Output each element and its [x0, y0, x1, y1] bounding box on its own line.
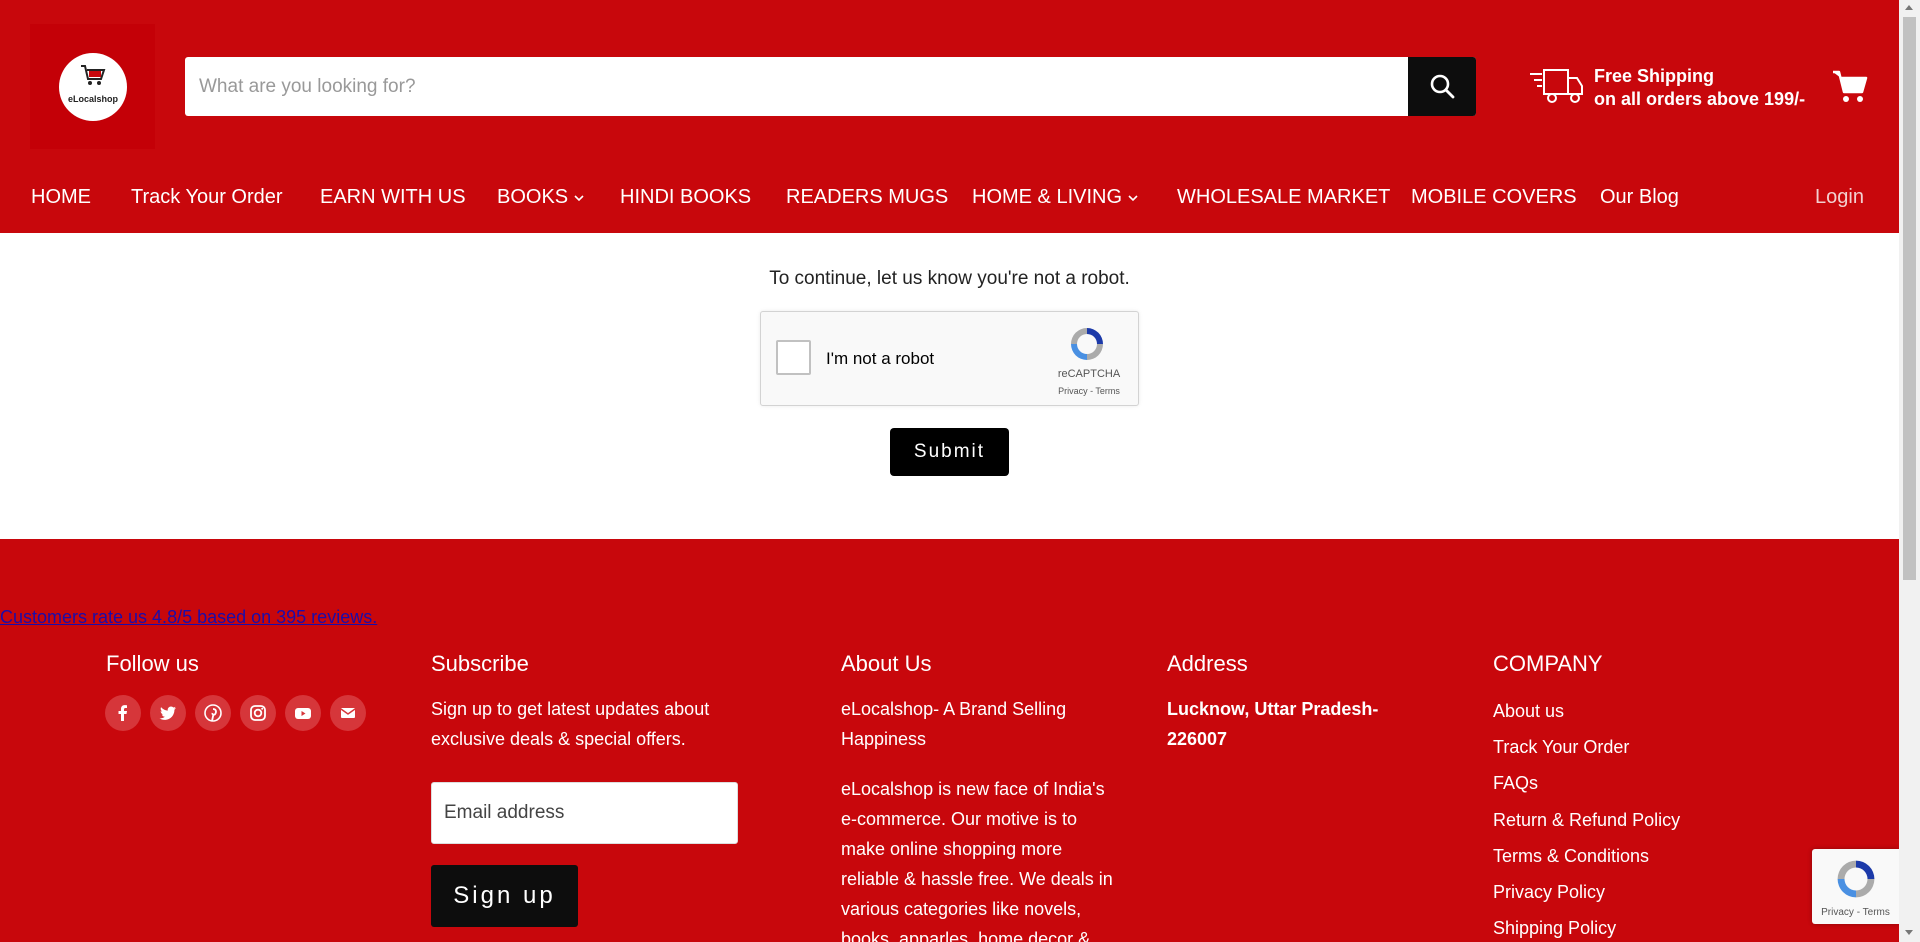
youtube-button[interactable] [285, 695, 321, 731]
page-scrollbar[interactable] [1899, 0, 1920, 942]
twitter-icon [159, 706, 176, 720]
facebook-icon [118, 705, 127, 721]
instagram-button[interactable] [240, 695, 276, 731]
shipping-title: Free Shipping [1594, 66, 1715, 86]
email-icon [340, 708, 356, 718]
youtube-icon [295, 708, 311, 719]
scrollbar-thumb[interactable] [1903, 17, 1916, 580]
facebook-button[interactable] [105, 695, 141, 731]
recaptcha-logo-icon [1837, 860, 1875, 898]
main-nav: HOME Track Your Order EARN WITH US BOOKS… [0, 178, 1899, 218]
site-footer: Customers rate us 4.8/5 based on 395 rev… [0, 539, 1899, 942]
login-link[interactable]: Login [1815, 186, 1864, 209]
nav-item-home-living[interactable]: HOME & LIVING [972, 186, 1138, 209]
truck-icon [1530, 69, 1583, 103]
logo[interactable]: eLocalshop [30, 24, 155, 149]
about-tagline: eLocalshop- A Brand Selling Happiness [841, 699, 1067, 749]
follow-heading: Follow us [106, 651, 199, 676]
email-button[interactable] [330, 695, 366, 731]
free-shipping-banner: Free Shipping on all orders above 199/- [1528, 64, 1818, 112]
subscribe-heading: Subscribe [431, 651, 529, 676]
footer-link-refund[interactable]: Return & Refund Policy [1493, 810, 1680, 831]
nav-item-earn[interactable]: EARN WITH US [320, 186, 466, 209]
reviews-link[interactable]: Customers rate us 4.8/5 based on 395 rev… [0, 607, 377, 628]
scroll-up-arrow-icon[interactable] [1905, 5, 1913, 10]
email-field[interactable] [431, 782, 738, 844]
about-heading: About Us [841, 651, 932, 676]
nav-item-blog[interactable]: Our Blog [1600, 186, 1679, 209]
recaptcha-badge-links: Privacy - Terms [1821, 907, 1890, 918]
footer-link-about[interactable]: About us [1493, 701, 1564, 722]
scroll-down-arrow-icon[interactable] [1905, 930, 1913, 935]
nav-item-track-order[interactable]: Track Your Order [131, 186, 283, 209]
footer-link-privacy[interactable]: Privacy Policy [1493, 882, 1605, 903]
company-heading: COMPANY [1493, 651, 1603, 676]
recaptcha-logo-icon [1071, 328, 1103, 360]
search-button[interactable] [1408, 57, 1476, 116]
pinterest-icon [204, 704, 222, 722]
chevron-down-icon [574, 195, 584, 201]
nav-item-readers-mugs[interactable]: READERS MUGS [786, 186, 948, 209]
subscribe-text: Sign up to get latest updates about excl… [431, 699, 710, 749]
search-icon [1430, 74, 1455, 99]
recaptcha-widget: I'm not a robot reCAPTCHA Privacy - Term… [760, 311, 1139, 406]
nav-item-books-label: BOOKS [497, 186, 569, 208]
recaptcha-checkbox[interactable] [776, 340, 811, 375]
search-bar [185, 57, 1476, 116]
recaptcha-badge[interactable]: Privacy - Terms [1812, 849, 1899, 924]
address-text: Lucknow, Uttar Pradesh-226007 [1167, 699, 1379, 749]
shipping-subtitle: on all orders above 199/- [1594, 89, 1806, 109]
nav-item-wholesale[interactable]: WHOLESALE MARKET [1177, 186, 1390, 209]
captcha-prompt: To continue, let us know you're not a ro… [769, 268, 1130, 289]
twitter-button[interactable] [150, 695, 186, 731]
chevron-down-icon [1128, 195, 1138, 201]
recaptcha-label: I'm not a robot [826, 349, 935, 368]
recaptcha-links[interactable]: Privacy - Terms [1049, 386, 1129, 396]
submit-button[interactable]: Submit [890, 428, 1009, 476]
nav-item-home[interactable]: HOME [31, 186, 91, 209]
nav-item-books[interactable]: BOOKS [497, 186, 584, 209]
logo-text: eLocalshop [67, 94, 118, 104]
about-body: eLocalshop is new face of India's e-comm… [841, 779, 1113, 942]
footer-link-terms[interactable]: Terms & Conditions [1493, 846, 1649, 867]
footer-link-track-order[interactable]: Track Your Order [1493, 737, 1629, 758]
cart-icon[interactable] [1832, 68, 1868, 104]
nav-item-home-living-label: HOME & LIVING [972, 186, 1123, 208]
pinterest-button[interactable] [195, 695, 231, 731]
address-heading: Address [1167, 651, 1248, 676]
search-input[interactable] [185, 57, 1407, 116]
logo-badge: eLocalshop [59, 53, 127, 121]
site-header: eLocalshop Free Shipping on all orders a… [0, 0, 1899, 233]
nav-item-mobile-covers[interactable]: MOBILE COVERS [1411, 186, 1577, 209]
nav-item-hindi-books[interactable]: HINDI BOOKS [620, 186, 751, 209]
footer-link-faqs[interactable]: FAQs [1493, 773, 1538, 794]
signup-button[interactable]: Sign up [431, 865, 578, 927]
footer-link-shipping[interactable]: Shipping Policy [1493, 918, 1616, 939]
logo-cart-icon [81, 65, 106, 85]
instagram-icon [250, 705, 266, 721]
